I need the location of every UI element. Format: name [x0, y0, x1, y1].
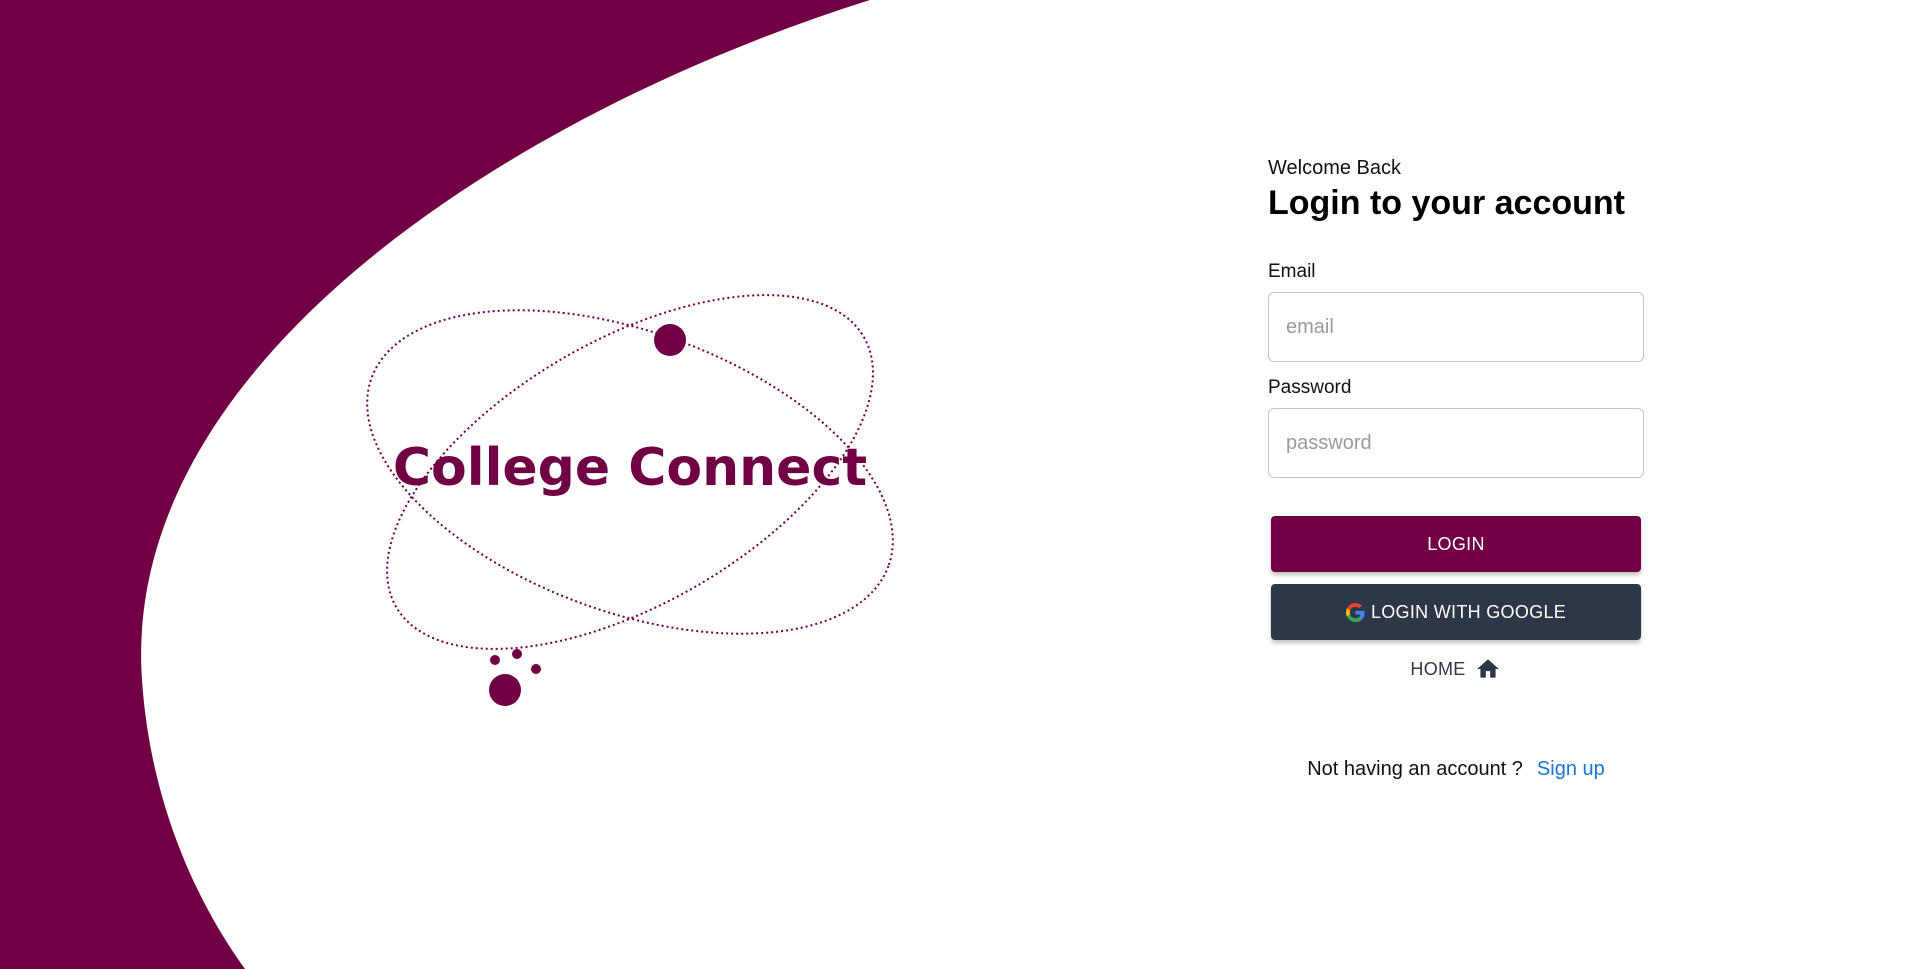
home-icon [1476, 659, 1499, 678]
login-with-google-button[interactable]: LOGIN WITH GOOGLE [1271, 584, 1641, 640]
login-button[interactable]: LOGIN [1271, 516, 1641, 572]
logo-text: College Connect [393, 438, 867, 498]
google-button-label: LOGIN WITH GOOGLE [1370, 601, 1567, 622]
home-link-label: HOME [1410, 658, 1466, 679]
home-link[interactable]: HOME [1268, 656, 1644, 682]
password-field[interactable] [1268, 408, 1644, 478]
sign-up-link[interactable]: Sign up [1537, 758, 1605, 781]
page-title: Login to your account [1268, 184, 1625, 222]
login-button-label: LOGIN [1427, 533, 1485, 554]
logo-dot-1 [490, 655, 500, 665]
email-field[interactable] [1268, 292, 1644, 362]
college-connect-logo: College Connect [366, 294, 894, 706]
logo-planet-top [654, 324, 686, 356]
logo-dot-2 [512, 649, 522, 659]
logo-planet-bottom [489, 674, 521, 706]
signup-prompt: Not having an account ? [1307, 758, 1523, 780]
welcome-text: Welcome Back [1268, 157, 1402, 179]
login-form: Welcome Back Login to your account Email… [1268, 156, 1648, 781]
login-page: College Connect Welcome Back Login to yo… [0, 0, 1920, 969]
google-icon [1345, 602, 1365, 622]
signup-prompt-row: Not having an account ? Sign up [1268, 758, 1644, 781]
logo-dot-3 [531, 664, 541, 674]
password-label: Password [1268, 377, 1352, 398]
email-label: Email [1268, 261, 1316, 282]
